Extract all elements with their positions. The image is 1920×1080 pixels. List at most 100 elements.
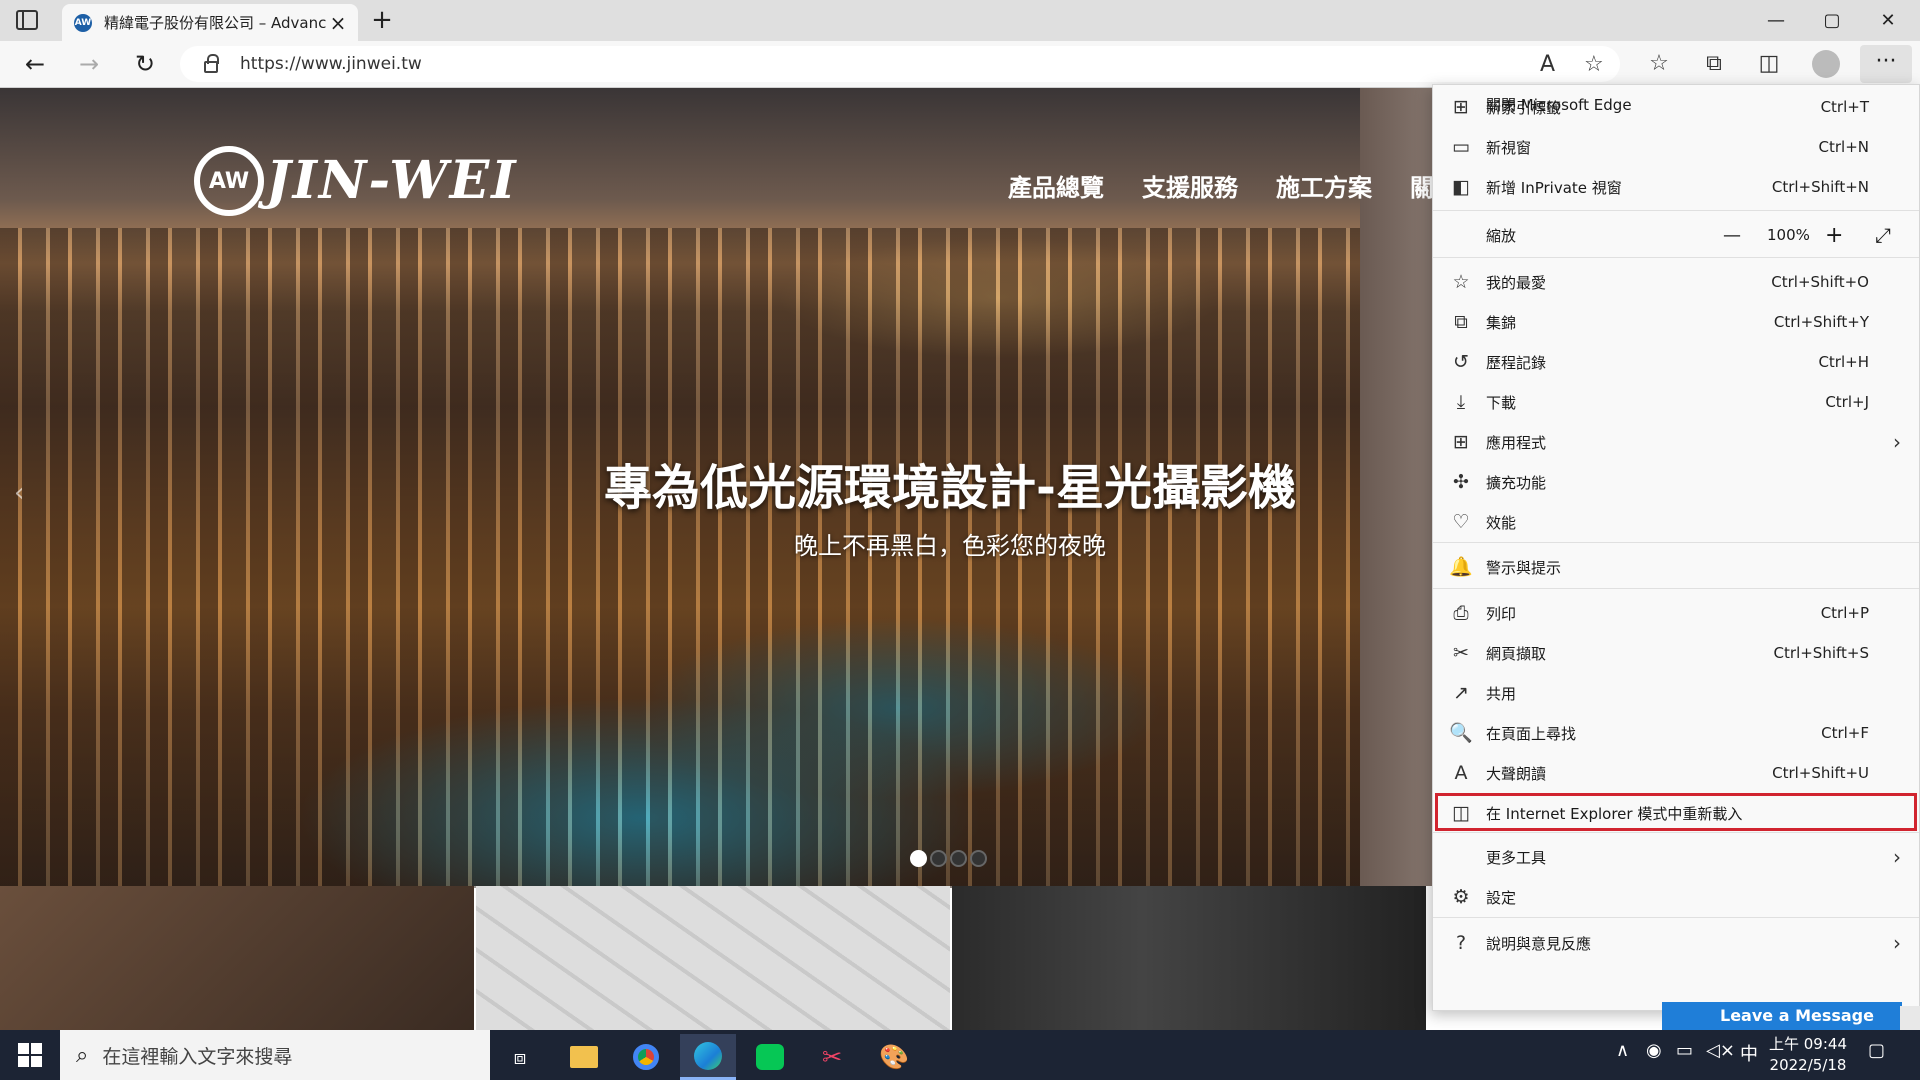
- ime-indicator[interactable]: 中: [1740, 1040, 1758, 1066]
- task-view-icon[interactable]: ⧈: [492, 1034, 548, 1080]
- menu-item-read-aloud[interactable]: A 大聲朗讀 Ctrl+Shift+U: [1433, 754, 1919, 792]
- zoom-label: 縮放: [1486, 226, 1517, 245]
- carousel-dot[interactable]: [910, 850, 927, 867]
- thumbnail-business[interactable]: [952, 886, 1426, 1030]
- zoom-in-button[interactable]: +: [1825, 223, 1843, 248]
- bell-icon: 🔔: [1449, 556, 1473, 578]
- print-icon: ⎙: [1453, 602, 1469, 624]
- menu-item-label: 關閉 Microsoft Edge: [1486, 95, 1632, 114]
- taskbar: ⌕ 在這裡輸入文字來搜尋 ⧈ ✂ 🎨 ∧ ◉ ▭ ◁× 中 上午 09:44 2…: [0, 1030, 1920, 1080]
- nav-about[interactable]: 關: [1410, 168, 1434, 203]
- menu-item-help[interactable]: ? 說明與意見反應 ›: [1433, 924, 1919, 962]
- chrome-icon[interactable]: [618, 1034, 674, 1080]
- tab-close-icon[interactable]: ×: [328, 13, 348, 33]
- scrollbar[interactable]: [1900, 1006, 1920, 1030]
- carousel-dot[interactable]: [970, 850, 987, 867]
- menu-item-label: 下載: [1486, 393, 1517, 412]
- url-text[interactable]: https://www.jinwei.tw: [240, 54, 422, 74]
- taskbar-search[interactable]: ⌕ 在這裡輸入文字來搜尋: [60, 1030, 490, 1080]
- forward-arrow-icon[interactable]: →: [72, 49, 106, 79]
- chevron-right-icon: ›: [1893, 845, 1901, 869]
- settings-more-button[interactable]: ···: [1860, 45, 1912, 83]
- menu-item-download[interactable]: ⤓ 下載 Ctrl+J: [1433, 383, 1919, 421]
- ie-mode-icon[interactable]: ◫: [1752, 49, 1786, 79]
- snip-icon[interactable]: ✂: [804, 1034, 860, 1080]
- menu-item-shortcut: Ctrl+Shift+O: [1771, 273, 1869, 291]
- thumbnail-tools[interactable]: [0, 886, 474, 1030]
- menu-item-collections[interactable]: ⧉ 集錦 Ctrl+Shift+Y: [1433, 303, 1919, 341]
- web-capture-icon: ✂: [1453, 642, 1469, 664]
- read-aloud-icon[interactable]: A: [1540, 52, 1555, 77]
- read-aloud-icon: A: [1454, 762, 1468, 784]
- menu-item-extensions[interactable]: ✣ 擴充功能: [1433, 463, 1919, 501]
- back-arrow-icon[interactable]: ←: [18, 49, 52, 79]
- search-icon: ⌕: [76, 1042, 89, 1068]
- menu-separator: [1433, 542, 1919, 543]
- file-explorer-icon[interactable]: [556, 1034, 612, 1080]
- menu-item-shortcut: Ctrl+P: [1820, 604, 1869, 622]
- site-logo-text[interactable]: JIN-WEI: [266, 150, 518, 211]
- edge-icon[interactable]: [680, 1034, 736, 1080]
- collections-icon[interactable]: ⧉: [1697, 49, 1731, 79]
- menu-item-web-capture[interactable]: ✂ 網頁擷取 Ctrl+Shift+S: [1433, 634, 1919, 672]
- windows-start-icon[interactable]: [18, 1043, 42, 1067]
- thumbnail-blueprint[interactable]: [476, 886, 950, 1030]
- nav-solutions[interactable]: 施工方案: [1276, 168, 1372, 203]
- zoom-out-button[interactable]: —: [1723, 225, 1741, 246]
- lock-icon[interactable]: [204, 54, 219, 73]
- menu-item-shortcut: Ctrl+Shift+S: [1773, 644, 1869, 662]
- settings-menu: 縮放 —100% + ⤢ ⊞ 新索引標籤 Ctrl+T ▭ 新視窗 Ctrl+N ◧ 新增 InPri…: [1432, 84, 1920, 1011]
- menu-item-more-tools[interactable]: 更多工具 ›: [1433, 838, 1919, 876]
- menu-item-close-edge[interactable]: 關閉 Microsoft Edge: [1433, 85, 1919, 123]
- chevron-right-icon: ›: [1893, 931, 1901, 955]
- menu-item-bell[interactable]: 🔔 警示與提示: [1433, 548, 1919, 586]
- close-window-button[interactable]: ✕: [1860, 0, 1916, 40]
- chat-widget[interactable]: Leave a Message: [1662, 1002, 1902, 1030]
- active-tab[interactable]: AW 精緯電子股份有限公司 – Advanc ×: [62, 4, 358, 41]
- extensions-icon: ✣: [1453, 471, 1469, 493]
- volume-icon[interactable]: ◁×: [1706, 1040, 1735, 1061]
- menu-item-find[interactable]: 🔍 在頁面上尋找 Ctrl+F: [1433, 714, 1919, 752]
- network-icon[interactable]: ▭: [1676, 1040, 1693, 1061]
- address-bar[interactable]: https://www.jinwei.tw A ☆: [180, 46, 1620, 82]
- menu-item-shortcut: Ctrl+F: [1821, 724, 1869, 742]
- profile-avatar[interactable]: [1812, 50, 1840, 78]
- menu-item-shortcut: Ctrl+H: [1818, 353, 1869, 371]
- new-tab-button[interactable]: +: [368, 6, 396, 34]
- nav-support[interactable]: 支援服務: [1142, 168, 1238, 203]
- tray-chevron-icon[interactable]: ∧: [1616, 1040, 1629, 1061]
- menu-item-inprivate[interactable]: ◧ 新增 InPrivate 視窗 Ctrl+Shift+N: [1433, 168, 1919, 206]
- menu-item-performance[interactable]: ♡ 效能: [1433, 503, 1919, 541]
- site-logo-mark[interactable]: AW: [194, 146, 264, 216]
- menu-item-history[interactable]: ↺ 歷程記錄 Ctrl+H: [1433, 343, 1919, 381]
- menu-item-share[interactable]: ↗ 共用: [1433, 674, 1919, 712]
- maximize-button[interactable]: ▢: [1804, 0, 1860, 40]
- menu-item-settings[interactable]: ⚙ 設定: [1433, 878, 1919, 916]
- fullscreen-button[interactable]: ⤢: [1875, 223, 1891, 247]
- highlight-box: [1435, 793, 1917, 831]
- line-icon[interactable]: [742, 1034, 798, 1080]
- menu-item-print[interactable]: ⎙ 列印 Ctrl+P: [1433, 594, 1919, 632]
- menu-item-apps[interactable]: ⊞ 應用程式 ›: [1433, 423, 1919, 461]
- carousel-dot[interactable]: [930, 850, 947, 867]
- refresh-icon[interactable]: ↻: [128, 49, 162, 79]
- search-input[interactable]: 在這裡輸入文字來搜尋: [102, 1042, 292, 1069]
- screen: AW 精緯電子股份有限公司 – Advanc × + — ▢ ✕ ← → ↻ h…: [0, 0, 1920, 1080]
- favorites-icon[interactable]: ☆: [1642, 49, 1676, 79]
- minimize-button[interactable]: —: [1748, 0, 1804, 40]
- paint-icon[interactable]: 🎨: [866, 1034, 922, 1080]
- clock[interactable]: 上午 09:44 2022/5/18: [1768, 1034, 1848, 1076]
- menu-item-favorites[interactable]: ☆ 我的最愛 Ctrl+Shift+O: [1433, 263, 1919, 301]
- menu-item-label: 我的最愛: [1486, 273, 1547, 292]
- add-favorite-icon[interactable]: ☆: [1584, 52, 1604, 77]
- menu-item-shortcut: Ctrl+Shift+N: [1771, 178, 1869, 196]
- nav-products[interactable]: 產品總覽: [1008, 168, 1104, 203]
- webcam-icon[interactable]: ◉: [1646, 1040, 1662, 1061]
- menu-item-label: 網頁擷取: [1486, 644, 1547, 663]
- carousel-dot[interactable]: [950, 850, 967, 867]
- menu-item-new-window[interactable]: ▭ 新視窗 Ctrl+N: [1433, 128, 1919, 166]
- workspaces-icon[interactable]: [16, 10, 38, 30]
- notification-icon[interactable]: ▢: [1868, 1040, 1885, 1061]
- menu-item-shortcut: Ctrl+Shift+U: [1772, 764, 1869, 782]
- collections-icon: ⧉: [1454, 311, 1468, 333]
